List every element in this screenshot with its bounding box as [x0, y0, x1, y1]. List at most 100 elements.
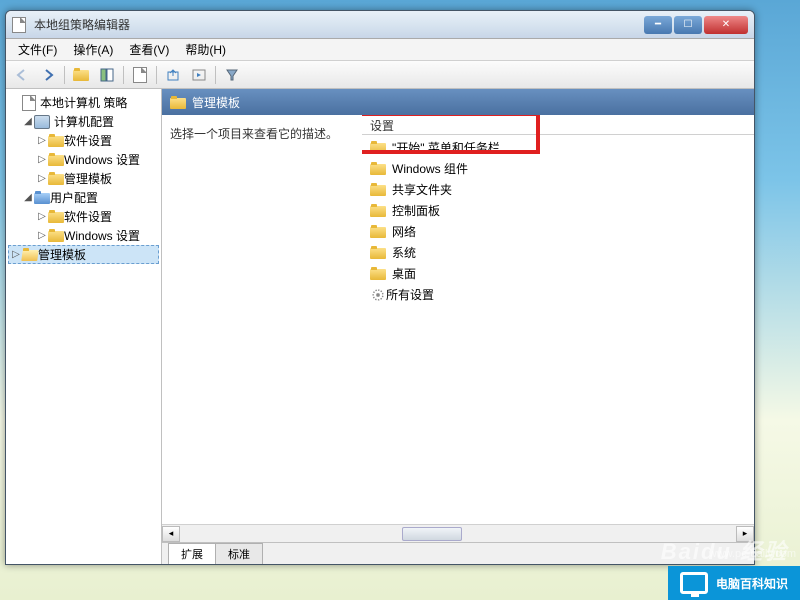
tree-label: 用户配置	[50, 189, 98, 206]
list-item-shared-folders[interactable]: 共享文件夹	[362, 179, 754, 200]
list-item-network[interactable]: 网络	[362, 221, 754, 242]
item-label: 桌面	[392, 265, 416, 282]
monitor-icon	[680, 572, 708, 594]
tree-label: Windows 设置	[64, 227, 140, 244]
tab-standard[interactable]: 标准	[215, 543, 263, 564]
list-item-desktop[interactable]: 桌面	[362, 263, 754, 284]
list-item-all-settings[interactable]: 所有设置	[362, 284, 754, 305]
expand-icon[interactable]: ▷	[10, 249, 22, 260]
folder-icon	[48, 172, 64, 185]
content-body: 选择一个项目来查看它的描述。 设置 "开始" 菜单和任务栏 Windo	[162, 115, 754, 524]
expand-icon[interactable]: ▷	[36, 135, 48, 146]
body-area: 本地计算机 策略 ◢ 计算机配置 ▷ 软件设置 ▷ Windows 设置 ▷ 管…	[6, 89, 754, 564]
list-item-control-panel[interactable]: 控制面板	[362, 200, 754, 221]
play-icon	[192, 68, 206, 82]
scroll-left-button[interactable]: ◂	[162, 526, 180, 542]
folder-open-icon	[22, 248, 38, 261]
item-label: 系统	[392, 244, 416, 261]
tree-label: 软件设置	[64, 132, 112, 149]
item-label: 所有设置	[386, 286, 434, 303]
settings-list-column: 设置 "开始" 菜单和任务栏 Windows 组件	[362, 115, 754, 524]
folder-icon	[370, 204, 386, 217]
folder-icon	[370, 162, 386, 175]
menu-view[interactable]: 查看(V)	[121, 39, 177, 60]
titlebar[interactable]: 本地组策略编辑器 ━ ☐ ✕	[6, 11, 754, 39]
separator	[64, 66, 65, 84]
content-pane: 管理模板 选择一个项目来查看它的描述。 设置 "开始" 菜单和任务栏	[162, 89, 754, 564]
collapse-icon[interactable]: ◢	[22, 116, 34, 127]
filter-button[interactable]	[220, 64, 244, 86]
content-header: 管理模板	[162, 89, 754, 115]
tree-windows-settings-user[interactable]: ▷ Windows 设置	[8, 226, 159, 245]
show-hide-tree-button[interactable]	[95, 64, 119, 86]
window-controls: ━ ☐ ✕	[644, 16, 748, 34]
export-icon	[166, 68, 180, 82]
folder-icon	[48, 134, 64, 147]
expand-icon[interactable]: ▷	[36, 154, 48, 165]
tree-icon	[100, 68, 114, 82]
tree-root[interactable]: 本地计算机 策略	[8, 93, 159, 112]
expand-icon[interactable]: ▷	[36, 211, 48, 222]
up-button[interactable]	[69, 64, 93, 86]
properties-icon	[133, 67, 147, 83]
folder-icon	[48, 210, 64, 223]
tree-admin-templates-computer[interactable]: ▷ 管理模板	[8, 169, 159, 188]
site-name: 电脑百科知识	[716, 575, 788, 592]
site-url: www.pc-daily.com	[709, 548, 796, 560]
gear-icon	[372, 289, 383, 300]
item-label: 共享文件夹	[392, 181, 452, 198]
folder-icon	[370, 225, 386, 238]
toolbar	[6, 61, 754, 89]
minimize-button[interactable]: ━	[644, 16, 672, 34]
properties-button[interactable]	[128, 64, 152, 86]
export-button[interactable]	[161, 64, 185, 86]
tree-pane[interactable]: 本地计算机 策略 ◢ 计算机配置 ▷ 软件设置 ▷ Windows 设置 ▷ 管…	[6, 89, 162, 564]
item-label: Windows 组件	[392, 160, 468, 177]
tree-label: 管理模板	[64, 170, 112, 187]
folder-icon	[370, 183, 386, 196]
scroll-thumb[interactable]	[402, 527, 462, 541]
tree-windows-settings[interactable]: ▷ Windows 设置	[8, 150, 159, 169]
forward-button[interactable]	[36, 64, 60, 86]
item-label: 网络	[392, 223, 416, 240]
folder-icon	[48, 153, 64, 166]
folder-icon	[370, 141, 386, 154]
item-label: "开始" 菜单和任务栏	[392, 139, 500, 156]
tree-label: Windows 设置	[64, 151, 140, 168]
tree-software-settings[interactable]: ▷ 软件设置	[8, 131, 159, 150]
tree-user-config[interactable]: ◢ 用户配置	[8, 188, 159, 207]
menu-file[interactable]: 文件(F)	[10, 39, 65, 60]
menu-action[interactable]: 操作(A)	[65, 39, 121, 60]
menu-help[interactable]: 帮助(H)	[177, 39, 234, 60]
expand-icon[interactable]: ▷	[36, 173, 48, 184]
folder-icon	[170, 96, 186, 109]
back-button[interactable]	[10, 64, 34, 86]
settings-list: "开始" 菜单和任务栏 Windows 组件 共享文件夹	[362, 135, 754, 307]
description-prompt: 选择一个项目来查看它的描述。	[170, 125, 354, 142]
help-button[interactable]	[187, 64, 211, 86]
tree-software-settings-user[interactable]: ▷ 软件设置	[8, 207, 159, 226]
menubar: 文件(F) 操作(A) 查看(V) 帮助(H)	[6, 39, 754, 61]
tab-extended[interactable]: 扩展	[168, 543, 216, 564]
site-logo: 电脑百科知识	[668, 566, 800, 600]
tree-admin-templates-user[interactable]: ▷ 管理模板	[8, 245, 159, 264]
folder-icon	[370, 246, 386, 259]
separator	[123, 66, 124, 84]
close-button[interactable]: ✕	[704, 16, 748, 34]
folder-icon	[370, 267, 386, 280]
user-icon	[34, 191, 50, 204]
list-item-system[interactable]: 系统	[362, 242, 754, 263]
list-item-start-menu[interactable]: "开始" 菜单和任务栏	[362, 137, 754, 158]
item-label: 控制面板	[392, 202, 440, 219]
expand-icon[interactable]: ▷	[36, 230, 48, 241]
column-header-settings[interactable]: 设置	[362, 115, 754, 135]
maximize-button[interactable]: ☐	[674, 16, 702, 34]
arrow-left-icon	[15, 68, 29, 82]
folder-up-icon	[73, 68, 89, 81]
tree-label: 计算机配置	[54, 113, 114, 130]
tree-label: 软件设置	[64, 208, 112, 225]
list-item-windows-components[interactable]: Windows 组件	[362, 158, 754, 179]
tree-computer-config[interactable]: ◢ 计算机配置	[8, 112, 159, 131]
scroll-track[interactable]	[180, 526, 736, 542]
collapse-icon[interactable]: ◢	[22, 192, 34, 203]
